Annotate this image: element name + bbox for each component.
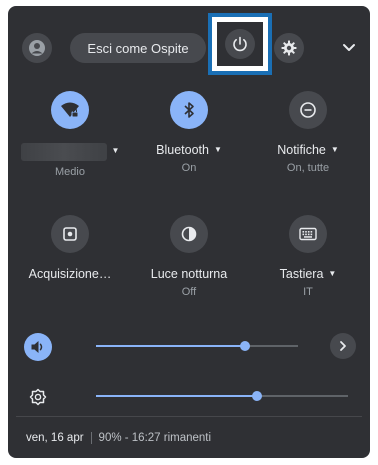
notifications-sublabel: On, tutte: [286, 162, 330, 174]
settings-gear-icon: [281, 40, 297, 56]
power-button[interactable]: [225, 29, 255, 59]
date-label[interactable]: ven, 16 apr: [26, 432, 84, 444]
wifi-lock-icon: [61, 102, 79, 118]
footer: ven, 16 apr 90% - 16:27 rimanenti: [26, 432, 211, 444]
avatar-icon: [29, 40, 45, 56]
power-highlight-box: [208, 13, 272, 75]
brightness-slider-fill: [96, 395, 258, 397]
pod-keyboard[interactable]: Tastiera ▼ IT: [252, 215, 364, 298]
power-highlight-inner: [217, 22, 263, 66]
notifications-toggle[interactable]: [289, 91, 327, 129]
bluetooth-label: Bluetooth: [156, 143, 209, 157]
wifi-toggle[interactable]: [51, 91, 89, 129]
keyboard-toggle[interactable]: [289, 215, 327, 253]
volume-slider-fill: [96, 345, 246, 347]
bluetooth-dropdown-caret[interactable]: ▼: [214, 145, 222, 154]
brightness-slider-thumb[interactable]: [252, 391, 263, 401]
pod-notifications[interactable]: Notifiche ▼ On, tutte: [252, 91, 364, 174]
network-name-redacted: [20, 143, 107, 161]
pod-wifi[interactable]: ▼ Medio: [14, 91, 126, 178]
bluetooth-sublabel: On: [181, 162, 197, 174]
keyboard-label: Tastiera: [279, 267, 324, 281]
keyboard-sublabel: IT: [303, 286, 313, 298]
night-light-icon: [181, 226, 197, 242]
settings-button[interactable]: [274, 33, 304, 63]
sign-out-guest-button[interactable]: Esci come Ospite: [70, 33, 206, 63]
volume-slider[interactable]: [96, 341, 298, 351]
wifi-label[interactable]: ▼: [14, 143, 126, 161]
screen-capture-toggle[interactable]: [51, 215, 89, 253]
bluetooth-icon: [184, 102, 194, 118]
collapse-button[interactable]: [338, 37, 360, 59]
keyboard-dropdown-caret[interactable]: ▼: [328, 269, 336, 278]
chevron-right-icon: [340, 341, 346, 351]
avatar-button[interactable]: [22, 33, 52, 63]
notifications-dropdown-caret[interactable]: ▼: [331, 145, 339, 154]
volume-icon: [31, 341, 43, 353]
chevron-down-icon: [343, 44, 355, 51]
screen-capture-label: Acquisizione…: [28, 267, 112, 281]
footer-separator: [90, 432, 92, 444]
audio-settings-button[interactable]: [330, 333, 356, 359]
notifications-label: Notifiche: [277, 143, 326, 157]
quick-settings-panel: Esci come Ospite ▼ Medio Bluetooth ▼ On …: [8, 6, 370, 458]
night-light-sublabel: Off: [181, 286, 197, 298]
night-light-toggle[interactable]: [170, 215, 208, 253]
notifications-label-row[interactable]: Notifiche ▼: [252, 143, 364, 157]
wifi-dropdown-caret[interactable]: ▼: [112, 146, 120, 155]
bluetooth-label-row[interactable]: Bluetooth ▼: [133, 143, 245, 157]
volume-slider-thumb[interactable]: [240, 341, 251, 351]
bluetooth-toggle[interactable]: [170, 91, 208, 129]
screen-capture-icon: [63, 227, 77, 241]
pod-bluetooth[interactable]: Bluetooth ▼ On: [133, 91, 245, 174]
brightness-icon: [29, 388, 47, 406]
keyboard-icon: [299, 227, 317, 241]
power-icon: [233, 36, 247, 52]
brightness-slider[interactable]: [96, 391, 348, 401]
notifications-icon: [300, 102, 316, 118]
pod-night-light[interactable]: Luce notturna Off: [133, 215, 245, 298]
pod-screen-capture[interactable]: Acquisizione…: [14, 215, 126, 281]
night-light-label: Luce notturna: [150, 267, 228, 281]
volume-mute-button[interactable]: [24, 333, 52, 361]
wifi-sublabel: Medio: [55, 166, 85, 178]
keyboard-label-row[interactable]: Tastiera ▼: [252, 267, 364, 281]
footer-divider: [16, 416, 362, 417]
brightness-button[interactable]: [24, 383, 52, 411]
battery-status: 90% - 16:27 rimanenti: [98, 432, 212, 444]
